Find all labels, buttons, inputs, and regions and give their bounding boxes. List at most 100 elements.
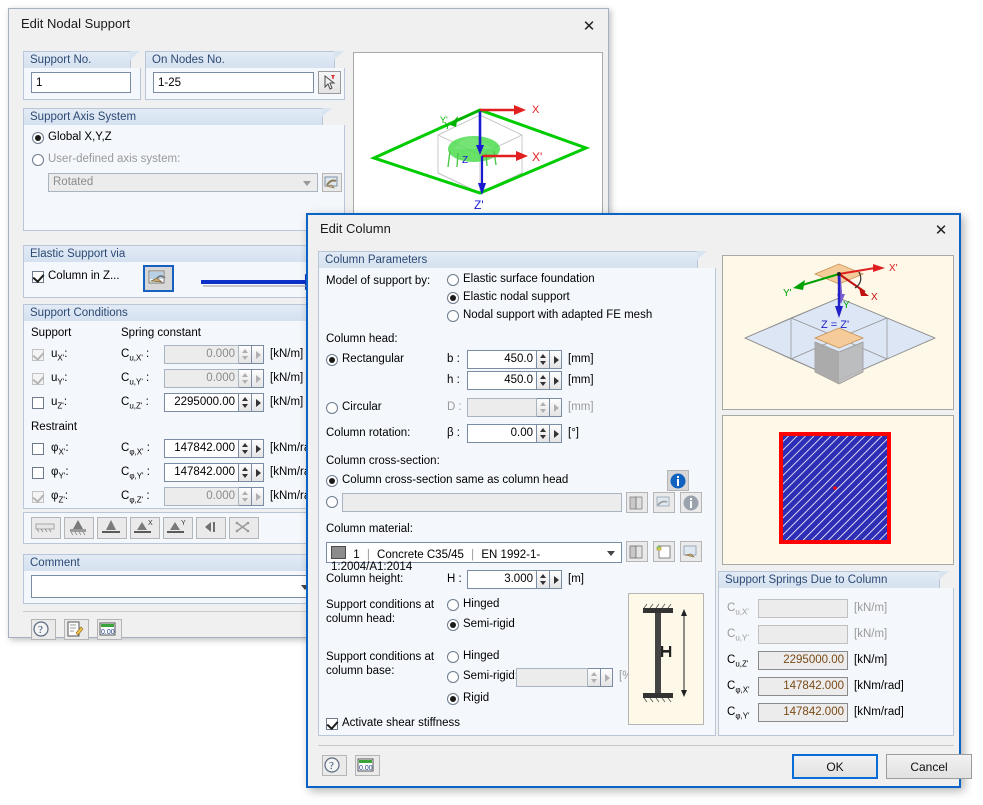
spinner-base-semi-rigid[interactable] bbox=[588, 668, 601, 687]
checkbox-activate-shear-stiffness[interactable] bbox=[326, 718, 338, 730]
input-cphiz[interactable]: 0.000 bbox=[164, 487, 239, 506]
checkbox-phiz[interactable] bbox=[32, 491, 44, 503]
input-cphix[interactable]: 147842.000 bbox=[164, 439, 239, 458]
nodal-help-button[interactable]: ? bbox=[31, 619, 56, 640]
edit-column-icon-button[interactable] bbox=[143, 265, 174, 292]
checkbox-uz[interactable] bbox=[32, 397, 44, 409]
spring-unit-cphiy: [kNm/rad] bbox=[854, 706, 904, 718]
expand-d[interactable] bbox=[550, 398, 562, 417]
material-combo[interactable]: 1 | Concrete C35/45 | EN 1992-1-1:2004/A… bbox=[326, 542, 622, 563]
quick-support-pinned-icon-button[interactable] bbox=[97, 517, 127, 539]
spinner-cuy[interactable] bbox=[239, 369, 252, 388]
radio-cs-same-as-head[interactable] bbox=[326, 475, 338, 487]
spinner-cuz[interactable] bbox=[239, 393, 252, 412]
expand-beta[interactable] bbox=[550, 424, 562, 443]
column-units-button[interactable]: 0.00 bbox=[355, 755, 380, 776]
spinner-d[interactable] bbox=[537, 398, 550, 417]
cross-section-preview[interactable] bbox=[722, 415, 954, 565]
input-h[interactable]: 450.0 bbox=[467, 371, 537, 390]
radio-head-hinged[interactable] bbox=[447, 599, 459, 611]
cancel-button[interactable]: Cancel bbox=[886, 754, 972, 779]
expand-base-semi-rigid[interactable] bbox=[601, 668, 613, 687]
checkbox-column-in-z[interactable] bbox=[32, 271, 44, 283]
svg-text:Z: Z bbox=[462, 155, 468, 166]
svg-text:?: ? bbox=[38, 624, 43, 636]
nodal-dialog-close-icon[interactable]: ✕ bbox=[574, 17, 604, 39]
label-cphix-sub: φ,X' bbox=[129, 447, 143, 456]
column-3d-preview[interactable]: X' X Y' Y Z = Z' bbox=[722, 255, 954, 410]
radio-global-axis[interactable] bbox=[32, 132, 44, 144]
checkbox-phix[interactable] bbox=[32, 443, 44, 455]
pick-node-icon-button[interactable] bbox=[318, 71, 341, 94]
spinner-cphiz[interactable] bbox=[239, 487, 252, 506]
radio-circular[interactable] bbox=[326, 402, 338, 414]
on-nodes-input[interactable] bbox=[153, 72, 314, 93]
quick-support-pinned-x-icon-button[interactable]: X bbox=[130, 517, 160, 539]
expand-H[interactable] bbox=[550, 570, 562, 589]
input-cuz[interactable]: 2295000.00 bbox=[164, 393, 239, 412]
support-no-input[interactable] bbox=[31, 72, 131, 93]
input-base-semi-rigid[interactable] bbox=[516, 668, 588, 687]
label-cux-sub: u,X' bbox=[129, 353, 143, 362]
rotated-combo[interactable]: Rotated bbox=[48, 173, 318, 192]
expand-cphiz[interactable] bbox=[252, 487, 264, 506]
input-beta[interactable]: 0.00 bbox=[467, 424, 537, 443]
nodal-3d-preview[interactable]: X Y X' Z' Z Y' bbox=[353, 52, 603, 217]
material-library-button[interactable] bbox=[626, 541, 648, 562]
input-cphiy[interactable]: 147842.000 bbox=[164, 463, 239, 482]
material-settings-button[interactable] bbox=[680, 541, 702, 562]
spinner-h[interactable] bbox=[537, 371, 550, 390]
radio-base-hinged[interactable] bbox=[447, 651, 459, 663]
material-new-button[interactable] bbox=[653, 541, 675, 562]
expand-h[interactable] bbox=[550, 371, 562, 390]
radio-rectangular[interactable] bbox=[326, 354, 338, 366]
spinner-beta[interactable] bbox=[537, 424, 550, 443]
quick-support-free-icon-button[interactable] bbox=[229, 517, 259, 539]
spinner-H[interactable] bbox=[537, 570, 550, 589]
expand-cphix[interactable] bbox=[252, 439, 264, 458]
comment-combo[interactable] bbox=[31, 575, 316, 598]
radio-nodal-support-fe-mesh[interactable] bbox=[447, 310, 459, 322]
ok-button[interactable]: OK bbox=[792, 754, 878, 779]
quick-support-speaker-icon-button[interactable] bbox=[196, 517, 226, 539]
quick-support-hatch-icon-button[interactable] bbox=[31, 517, 61, 539]
cs-library-button[interactable] bbox=[626, 492, 648, 513]
input-H[interactable]: 3.000 bbox=[467, 570, 537, 589]
expand-b[interactable] bbox=[550, 350, 562, 369]
nodal-edit-note-button[interactable] bbox=[64, 619, 89, 640]
radio-user-axis[interactable] bbox=[32, 154, 44, 166]
cs-settings-button[interactable] bbox=[653, 492, 675, 513]
input-b[interactable]: 450.0 bbox=[467, 350, 537, 369]
column-dialog-close-icon[interactable]: ✕ bbox=[926, 221, 956, 243]
radio-elastic-nodal-support[interactable] bbox=[447, 292, 459, 304]
expand-cux[interactable] bbox=[252, 345, 264, 364]
radio-head-semi-rigid[interactable] bbox=[447, 619, 459, 631]
cs-info-button[interactable] bbox=[667, 470, 689, 491]
quick-support-pinned-y-icon-button[interactable]: Y bbox=[163, 517, 193, 539]
expand-cuy[interactable] bbox=[252, 369, 264, 388]
checkbox-ux[interactable] bbox=[32, 349, 44, 361]
column-help-button[interactable]: ? bbox=[322, 755, 347, 776]
expand-cuz[interactable] bbox=[252, 393, 264, 412]
spinner-cphiy[interactable] bbox=[239, 463, 252, 482]
quick-support-fixed-icon-button[interactable] bbox=[64, 517, 94, 539]
radio-base-rigid[interactable] bbox=[447, 693, 459, 705]
checkbox-phiy[interactable] bbox=[32, 467, 44, 479]
cs-info-gray-button[interactable] bbox=[680, 492, 702, 513]
nodal-units-button[interactable]: 0.00 bbox=[97, 619, 122, 640]
input-d[interactable] bbox=[467, 398, 537, 417]
radio-base-semi-rigid[interactable] bbox=[447, 671, 459, 683]
input-cuy[interactable]: 0.000 bbox=[164, 369, 239, 388]
spinner-cphix[interactable] bbox=[239, 439, 252, 458]
spinner-cux[interactable] bbox=[239, 345, 252, 364]
radio-cs-custom[interactable] bbox=[326, 496, 338, 508]
spinner-b[interactable] bbox=[537, 350, 550, 369]
radio-elastic-surface-foundation[interactable] bbox=[447, 274, 459, 286]
expand-cphiy[interactable] bbox=[252, 463, 264, 482]
label-h: h : bbox=[447, 374, 460, 386]
material-color-swatch bbox=[331, 546, 346, 559]
axis-settings-icon-button[interactable] bbox=[322, 173, 342, 192]
input-cs-custom[interactable] bbox=[342, 493, 622, 512]
checkbox-uy[interactable] bbox=[32, 373, 44, 385]
input-cux[interactable]: 0.000 bbox=[164, 345, 239, 364]
